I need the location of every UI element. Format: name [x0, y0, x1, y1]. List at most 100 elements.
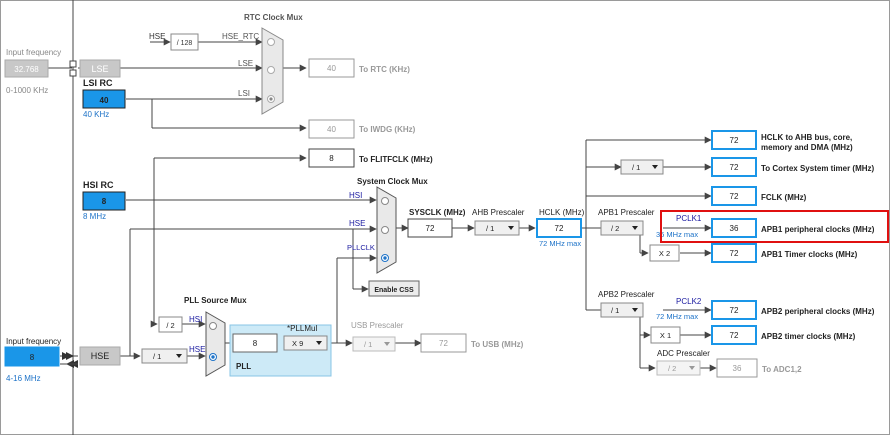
- rtc-mux-title: RTC Clock Mux: [244, 13, 303, 22]
- pll-hse-radio-dot: [211, 355, 215, 359]
- rtc-lse-label: LSE: [238, 59, 253, 68]
- rtc-output-value: 40: [327, 64, 336, 73]
- pll-source-mux-title: PLL Source Mux: [184, 296, 247, 305]
- hclk-value: 72: [555, 224, 564, 233]
- usb-prescaler-label: USB Prescaler: [351, 321, 404, 330]
- iwdg-output-value: 40: [327, 125, 336, 134]
- adc-prescaler-select[interactable]: [656, 360, 701, 376]
- usb-output-label: To USB (MHz): [471, 340, 524, 349]
- apb2-periph-label: APB2 peripheral clocks (MHz): [761, 307, 875, 316]
- sys-hsi-label: HSI: [349, 191, 362, 200]
- lse-label: LSE: [91, 64, 108, 74]
- lse-junction-2: [69, 69, 77, 77]
- lse-input-value: 32.768: [14, 65, 39, 74]
- clock-configuration-diagram: Input frequency 32.768 0-1000 KHz LSE LS…: [0, 0, 890, 435]
- cortex-div-select[interactable]: [620, 159, 664, 175]
- hclk-ahb-label-2: memory and DMA (MHz): [761, 143, 853, 152]
- apb2-mul-value: X 1: [660, 331, 671, 340]
- sys-hse-label: HSE: [349, 219, 365, 228]
- iwdg-output-label: To IWDG (KHz): [359, 125, 416, 134]
- cortex-value: 72: [730, 163, 739, 172]
- hse-in-arrows: [62, 352, 74, 360]
- usb-prescaler-value: / 1: [364, 340, 372, 349]
- adc-prescaler-label: ADC Prescaler: [657, 349, 710, 358]
- flitfclk-output-value: 8: [329, 154, 334, 163]
- pll-hse-div: / 1: [153, 352, 161, 361]
- hsi-value: 8: [102, 197, 107, 206]
- sysclk-label: SYSCLK (MHz): [409, 208, 466, 217]
- lsi-value: 40: [100, 96, 109, 105]
- sys-hsi-radio[interactable]: [381, 197, 389, 205]
- apb2-periph-value: 72: [730, 306, 739, 315]
- sys-pllclk-label: PLLCLK: [347, 243, 375, 252]
- apb1-prescaler-value: / 2: [611, 224, 619, 233]
- ahb-prescaler-label: AHB Prescaler: [472, 208, 525, 217]
- apb1-max: 36 MHz max: [656, 230, 698, 239]
- cortex-label: To Cortex System timer (MHz): [761, 164, 875, 173]
- pll-hse-label: HSE: [189, 345, 205, 354]
- rtc-hse-in-label: HSE: [149, 32, 165, 41]
- usb-prescaler-select[interactable]: [352, 336, 396, 352]
- apb1-prescaler-label: APB1 Prescaler: [598, 208, 655, 217]
- ahb-prescaler-value: / 1: [486, 224, 494, 233]
- pll-hsi-label: HSI: [189, 315, 202, 324]
- hclk-ahb-label-1: HCLK to AHB bus, core,: [761, 133, 852, 142]
- rtc-div-value: / 128: [177, 40, 193, 47]
- lse-input-label: Input frequency: [6, 48, 61, 57]
- usb-output-value: 72: [439, 339, 448, 348]
- hse-input-value: 8: [30, 353, 35, 362]
- pll-mul-value: X 9: [292, 339, 303, 348]
- rtc-lsi-radio-dot: [269, 97, 273, 101]
- pll-name: PLL: [236, 362, 251, 371]
- apb2-timer-label: APB2 timer clocks (MHz): [761, 332, 856, 341]
- rtc-output-label: To RTC (KHz): [359, 65, 410, 74]
- apb1-timer-label: APB1 Timer clocks (MHz): [761, 250, 858, 259]
- lse-range: 0-1000 KHz: [6, 86, 48, 95]
- fclk-value: 72: [730, 192, 739, 201]
- hsi-sub: 8 MHz: [83, 212, 106, 221]
- pll-input-value: 8: [253, 339, 258, 348]
- pll-hsi-radio[interactable]: [209, 322, 217, 330]
- pll-source-mux[interactable]: [205, 311, 226, 377]
- hse-label: HSE: [91, 351, 110, 361]
- apb2-prescaler-label: APB2 Prescaler: [598, 290, 655, 299]
- hclk-ahb-value: 72: [730, 136, 739, 145]
- apb1-prescaler-select[interactable]: [600, 220, 644, 236]
- adc-output-label: To ADC1,2: [762, 365, 802, 374]
- apb2-prescaler-value: / 1: [611, 306, 619, 315]
- apb1-periph-label: APB1 peripheral clocks (MHz): [761, 225, 875, 234]
- hsi-title: HSI RC: [83, 180, 114, 190]
- rtc-lse-radio[interactable]: [267, 66, 275, 74]
- adc-prescaler-value: / 2: [668, 364, 676, 373]
- apb1-mul-value: X 2: [659, 249, 670, 258]
- lsi-title: LSI RC: [83, 78, 113, 88]
- hclk-label: HCLK (MHz): [539, 208, 585, 217]
- hse-range: 4-16 MHz: [6, 374, 41, 383]
- pclk2-label: PCLK2: [676, 297, 702, 306]
- lse-junction-1: [69, 60, 77, 68]
- sysclk-value: 72: [426, 224, 435, 233]
- rtc-hse-radio[interactable]: [267, 38, 275, 46]
- hse-input-label: Input frequency: [6, 337, 61, 346]
- pll-mul-select[interactable]: [283, 335, 328, 351]
- rtc-hse-rtc-label: HSE_RTC: [222, 32, 259, 41]
- apb1-periph-value: 36: [730, 224, 739, 233]
- adc-output-value: 36: [733, 364, 742, 373]
- sys-pllclk-radio-dot: [383, 256, 387, 260]
- apb2-prescaler-select[interactable]: [600, 302, 644, 318]
- apb2-max: 72 MHz max: [656, 312, 698, 321]
- cortex-div-value: / 1: [632, 163, 640, 172]
- apb2-timer-value: 72: [730, 331, 739, 340]
- fclk-label: FCLK (MHz): [761, 193, 807, 202]
- pll-hsi-div: / 2: [166, 321, 174, 330]
- lsi-sub: 40 KHz: [83, 110, 109, 119]
- system-mux-title: System Clock Mux: [357, 177, 428, 186]
- rtc-lsi-label: LSI: [238, 89, 250, 98]
- enable-css-label: Enable CSS: [374, 287, 414, 294]
- hclk-max: 72 MHz max: [539, 239, 581, 248]
- sys-hse-radio[interactable]: [381, 226, 389, 234]
- pclk1-label: PCLK1: [676, 214, 702, 223]
- pll-mul-label: *PLLMul: [287, 324, 317, 333]
- flitfclk-output-label: To FLITFCLK (MHz): [359, 155, 433, 164]
- apb1-timer-value: 72: [730, 249, 739, 258]
